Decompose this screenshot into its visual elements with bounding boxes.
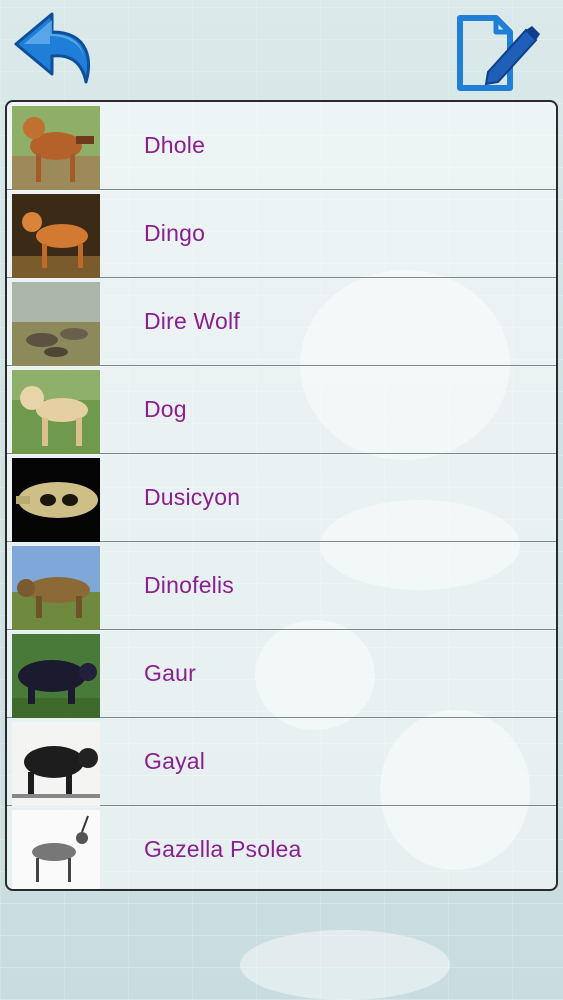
list-item-label: Gaur — [144, 660, 196, 686]
edit-note-button[interactable] — [452, 12, 542, 94]
gaur-photo — [12, 634, 100, 718]
animal-list: Dhole Dingo Dire Wolf Dog Dusicyon Dinof… — [5, 100, 558, 891]
back-button[interactable] — [12, 10, 98, 92]
list-item[interactable]: Gaur — [7, 630, 556, 718]
list-item-label: Dog — [144, 396, 187, 422]
list-item[interactable]: Dire Wolf — [7, 278, 556, 366]
dusicyon-skull-photo — [12, 458, 100, 542]
list-item-label: Dinofelis — [144, 572, 235, 598]
list-item-label: Dingo — [144, 220, 206, 246]
list-item-label: Gazella Psolea — [144, 836, 302, 862]
dinofelis-illustration — [12, 546, 100, 630]
dingo-photo — [12, 194, 100, 278]
paw-print-decoration — [240, 930, 450, 1000]
list-item[interactable]: Gayal — [7, 718, 556, 806]
list-item-label: Dusicyon — [144, 484, 241, 510]
list-item[interactable]: Dhole — [7, 102, 556, 190]
list-item-label: Gayal — [144, 748, 206, 774]
list-item[interactable]: Gazella Psolea — [7, 806, 556, 889]
list-item-label: Dhole — [144, 132, 206, 158]
list-item[interactable]: Dog — [7, 366, 556, 454]
back-arrow-icon — [14, 12, 90, 84]
dhole-photo — [12, 106, 100, 190]
list-item[interactable]: Dusicyon — [7, 454, 556, 542]
dog-photo — [12, 370, 100, 454]
dire-wolf-illustration — [12, 282, 100, 366]
edit-note-icon — [457, 15, 540, 91]
gayal-engraving — [12, 722, 100, 806]
list-item[interactable]: Dingo — [7, 190, 556, 278]
gazella-sketch — [12, 810, 100, 889]
list-item-label: Dire Wolf — [144, 308, 240, 334]
list-item[interactable]: Dinofelis — [7, 542, 556, 630]
